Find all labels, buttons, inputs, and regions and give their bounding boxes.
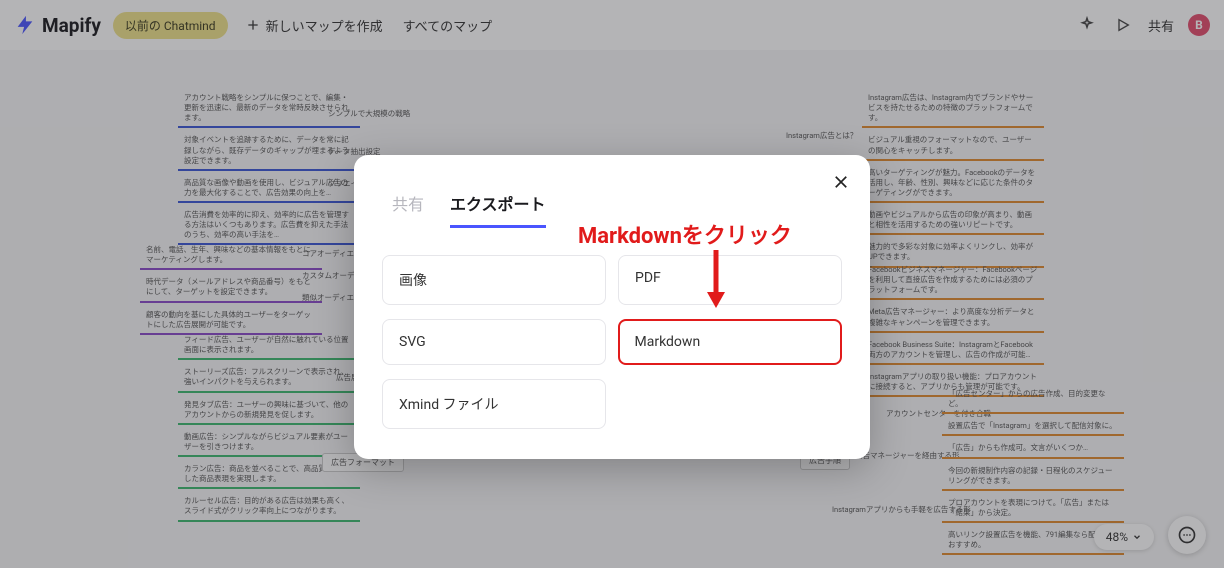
tab-share[interactable]: 共有: [392, 191, 424, 228]
close-icon: [832, 173, 850, 191]
export-option-svg[interactable]: SVG: [382, 319, 606, 365]
modal-tabs: 共有 エクスポート: [392, 191, 842, 229]
export-modal: 共有 エクスポート 画像 PDF SVG Markdown Xmind ファイル: [354, 155, 870, 459]
tab-export[interactable]: エクスポート: [450, 191, 546, 228]
modal-close-button[interactable]: [828, 169, 854, 195]
export-option-image[interactable]: 画像: [382, 255, 606, 305]
export-option-pdf[interactable]: PDF: [618, 255, 842, 305]
export-option-xmind[interactable]: Xmind ファイル: [382, 379, 606, 429]
export-option-markdown[interactable]: Markdown: [618, 319, 842, 365]
export-options: 画像 PDF SVG Markdown Xmind ファイル: [382, 255, 842, 429]
